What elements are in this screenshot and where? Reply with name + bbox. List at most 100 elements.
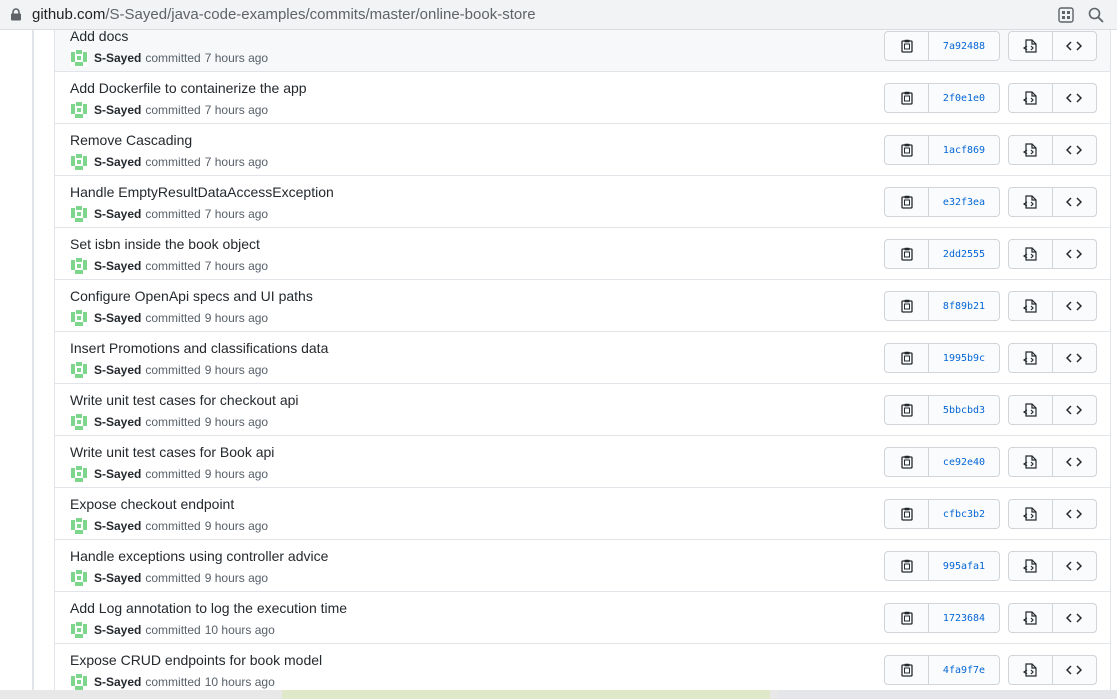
- view-code-button[interactable]: [1053, 448, 1097, 476]
- view-code-button[interactable]: [1053, 344, 1097, 372]
- zoom-icon[interactable]: [1087, 6, 1105, 24]
- url-host: github.com: [32, 6, 106, 23]
- commit-author[interactable]: S-Sayed: [94, 207, 141, 221]
- address-bar[interactable]: github.com/S-Sayed/java-code-examples/co…: [0, 0, 1117, 30]
- browse-repo-button[interactable]: [1009, 32, 1053, 60]
- commit-author[interactable]: S-Sayed: [94, 259, 141, 273]
- avatar-identicon[interactable]: [70, 101, 88, 119]
- browse-repo-button[interactable]: [1009, 84, 1053, 112]
- avatar-identicon[interactable]: [70, 673, 88, 690]
- commit-sha-link[interactable]: 1995b9c: [929, 344, 999, 372]
- commit-message[interactable]: Handle exceptions using controller advic…: [70, 548, 328, 564]
- commit-sha-link[interactable]: 1723684: [929, 604, 999, 632]
- browse-repo-button[interactable]: [1009, 396, 1053, 424]
- commit-message[interactable]: Add docs: [70, 30, 128, 44]
- commit-verb: committed: [145, 623, 201, 637]
- browse-repo-button[interactable]: [1009, 240, 1053, 268]
- browse-repo-button[interactable]: [1009, 188, 1053, 216]
- view-code-button[interactable]: [1053, 604, 1097, 632]
- copy-sha-button[interactable]: [885, 552, 929, 580]
- avatar-identicon[interactable]: [70, 49, 88, 67]
- copy-sha-button[interactable]: [885, 292, 929, 320]
- browse-repo-button[interactable]: [1009, 552, 1053, 580]
- commit-sha-link[interactable]: 8f89b21: [929, 292, 999, 320]
- commit-author[interactable]: S-Sayed: [94, 467, 141, 481]
- commit-sha-link[interactable]: 5bbcbd3: [929, 396, 999, 424]
- commit-sha-link[interactable]: 1acf869: [929, 136, 999, 164]
- copy-sha-button[interactable]: [885, 604, 929, 632]
- browse-repo-button[interactable]: [1009, 656, 1053, 684]
- code-icon: [1066, 457, 1083, 467]
- grid-icon[interactable]: [1057, 6, 1075, 24]
- commit-time: 7 hours ago: [204, 207, 269, 221]
- commit-author[interactable]: S-Sayed: [94, 155, 141, 169]
- commit-message[interactable]: Configure OpenApi specs and UI paths: [70, 288, 313, 304]
- commit-message[interactable]: Write unit test cases for checkout api: [70, 392, 299, 408]
- commit-sha-link[interactable]: ce92e40: [929, 448, 999, 476]
- copy-sha-button[interactable]: [885, 32, 929, 60]
- view-code-button[interactable]: [1053, 292, 1097, 320]
- url-text[interactable]: github.com/S-Sayed/java-code-examples/co…: [32, 6, 536, 23]
- commit-author[interactable]: S-Sayed: [94, 675, 141, 689]
- avatar-identicon[interactable]: [70, 413, 88, 431]
- commit-sha-link[interactable]: 7a92488: [929, 32, 999, 60]
- avatar-identicon[interactable]: [70, 517, 88, 535]
- commit-sha-link[interactable]: e32f3ea: [929, 188, 999, 216]
- avatar-identicon[interactable]: [70, 309, 88, 327]
- avatar-identicon[interactable]: [70, 621, 88, 639]
- commit-message[interactable]: Expose CRUD endpoints for book model: [70, 652, 322, 668]
- browse-repo-button[interactable]: [1009, 448, 1053, 476]
- copy-sha-button[interactable]: [885, 84, 929, 112]
- avatar-identicon[interactable]: [70, 569, 88, 587]
- commit-sha-link[interactable]: cfbc3b2: [929, 500, 999, 528]
- copy-sha-button[interactable]: [885, 656, 929, 684]
- commit-sha-link[interactable]: 2f0e1e0: [929, 84, 999, 112]
- commit-author[interactable]: S-Sayed: [94, 103, 141, 117]
- commit-message[interactable]: Handle EmptyResultDataAccessException: [70, 184, 334, 200]
- avatar-identicon[interactable]: [70, 205, 88, 223]
- commit-author[interactable]: S-Sayed: [94, 623, 141, 637]
- file-code-icon: [1023, 559, 1037, 573]
- commit-sha-link[interactable]: 4fa9f7e: [929, 656, 999, 684]
- commit-author[interactable]: S-Sayed: [94, 51, 141, 65]
- commit-author[interactable]: S-Sayed: [94, 311, 141, 325]
- commit-message[interactable]: Remove Cascading: [70, 132, 192, 148]
- commit-message[interactable]: Set isbn inside the book object: [70, 236, 260, 252]
- commit-message[interactable]: Write unit test cases for Book api: [70, 444, 274, 460]
- browse-repo-button[interactable]: [1009, 344, 1053, 372]
- view-code-button[interactable]: [1053, 84, 1097, 112]
- view-code-button[interactable]: [1053, 552, 1097, 580]
- commit-message[interactable]: Insert Promotions and classifications da…: [70, 340, 328, 356]
- copy-sha-button[interactable]: [885, 396, 929, 424]
- view-code-button[interactable]: [1053, 396, 1097, 424]
- view-code-button[interactable]: [1053, 500, 1097, 528]
- commit-message[interactable]: Expose checkout endpoint: [70, 496, 234, 512]
- commit-author[interactable]: S-Sayed: [94, 571, 141, 585]
- browse-repo-button[interactable]: [1009, 292, 1053, 320]
- copy-sha-button[interactable]: [885, 500, 929, 528]
- copy-sha-button[interactable]: [885, 136, 929, 164]
- commit-author[interactable]: S-Sayed: [94, 415, 141, 429]
- view-code-button[interactable]: [1053, 32, 1097, 60]
- view-code-button[interactable]: [1053, 240, 1097, 268]
- copy-sha-button[interactable]: [885, 448, 929, 476]
- view-code-button[interactable]: [1053, 188, 1097, 216]
- avatar-identicon[interactable]: [70, 361, 88, 379]
- copy-sha-button[interactable]: [885, 188, 929, 216]
- commit-message[interactable]: Add Dockerfile to containerize the app: [70, 80, 307, 96]
- commit-sha-link[interactable]: 995afa1: [929, 552, 999, 580]
- commit-author[interactable]: S-Sayed: [94, 519, 141, 533]
- commit-sha-link[interactable]: 2dd2555: [929, 240, 999, 268]
- view-code-button[interactable]: [1053, 136, 1097, 164]
- browse-repo-button[interactable]: [1009, 500, 1053, 528]
- avatar-identicon[interactable]: [70, 153, 88, 171]
- copy-sha-button[interactable]: [885, 240, 929, 268]
- commit-author[interactable]: S-Sayed: [94, 363, 141, 377]
- avatar-identicon[interactable]: [70, 257, 88, 275]
- view-code-button[interactable]: [1053, 656, 1097, 684]
- browse-repo-button[interactable]: [1009, 136, 1053, 164]
- copy-sha-button[interactable]: [885, 344, 929, 372]
- commit-message[interactable]: Add Log annotation to log the execution …: [70, 600, 347, 616]
- browse-repo-button[interactable]: [1009, 604, 1053, 632]
- avatar-identicon[interactable]: [70, 465, 88, 483]
